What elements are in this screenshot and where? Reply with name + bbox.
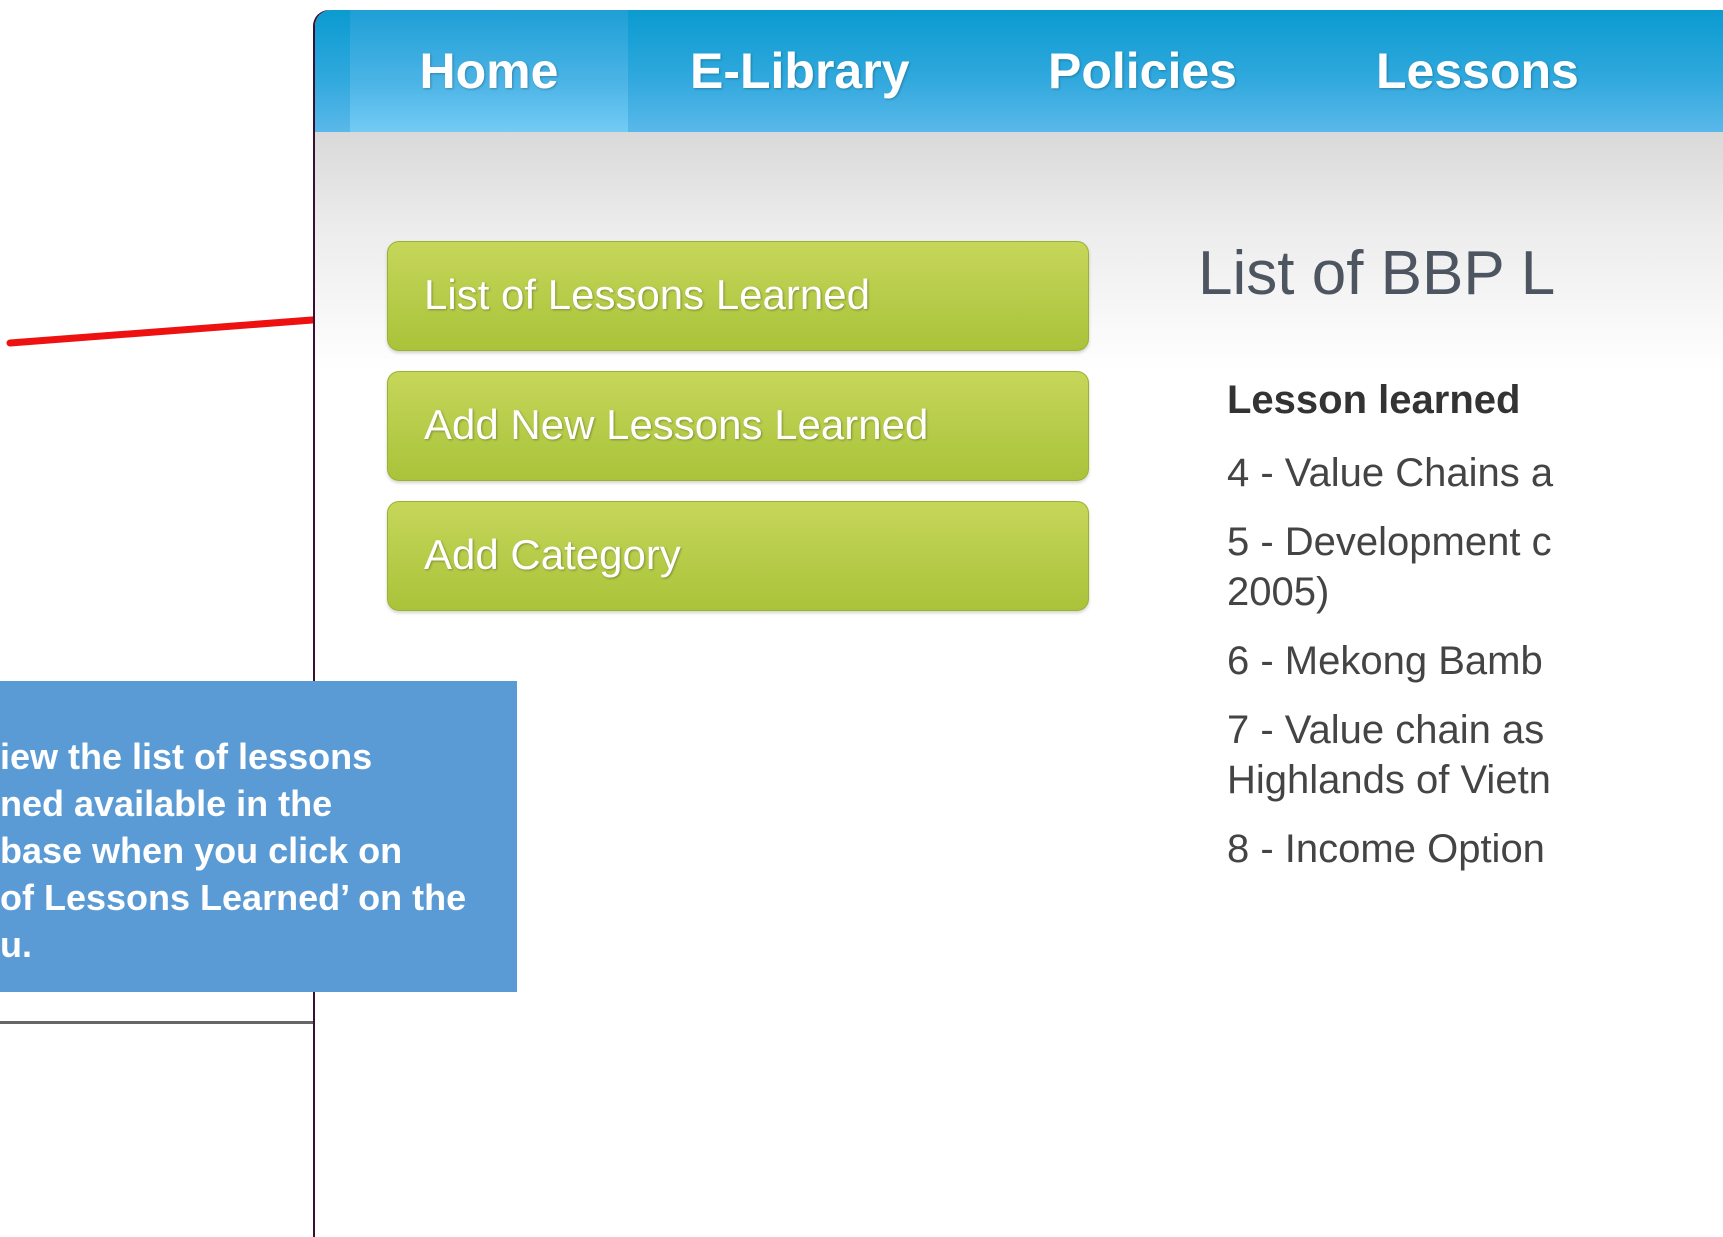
instruction-callout: iew the list of lessons ned available in… — [0, 681, 517, 992]
nav-home[interactable]: Home — [350, 10, 628, 132]
callout-line-2: ned available in the — [0, 783, 333, 824]
callout-text: iew the list of lessons ned available in… — [0, 733, 517, 968]
callout-line-1: iew the list of lessons — [0, 736, 373, 777]
top-navigation: Home E-Library Policies Lessons — [315, 10, 1723, 132]
nav-e-library[interactable]: E-Library — [690, 10, 910, 132]
nav-lessons[interactable]: Lessons — [1376, 10, 1579, 132]
lesson-item-7[interactable]: 7 - Value chain as Highlands of Vietn — [1227, 705, 1551, 805]
lesson-item-7-text-cont: Highlands of Vietn — [1227, 758, 1551, 802]
list-lessons-button[interactable]: List of Lessons Learned — [387, 241, 1089, 351]
callout-line-3: base when you click on — [0, 830, 403, 871]
column-header-lesson: Lesson learned — [1227, 378, 1521, 422]
app-screenshot: Home E-Library Policies Lessons List of … — [315, 10, 1723, 1237]
lesson-item-6[interactable]: 6 - Mekong Bamb — [1227, 636, 1543, 686]
page-title: List of BBP L — [1198, 239, 1556, 308]
nav-home-label: Home — [419, 43, 559, 99]
lesson-item-4-text: 4 - Value Chains a — [1227, 451, 1554, 495]
lesson-item-5-text-cont: 2005) — [1227, 570, 1330, 614]
nav-e-library-label: E-Library — [690, 43, 910, 99]
callout-line-5: u. — [0, 924, 32, 965]
lesson-item-5[interactable]: 5 - Development c 2005) — [1227, 517, 1552, 617]
lesson-item-8[interactable]: 8 - Income Option — [1227, 824, 1545, 874]
nav-policies-label: Policies — [1048, 43, 1237, 99]
divider-line — [0, 1021, 315, 1024]
add-category-label: Add Category — [424, 531, 681, 578]
callout-line-4: of Lessons Learned’ on the — [0, 877, 467, 918]
lesson-item-7-text: 7 - Value chain as — [1227, 708, 1545, 752]
lesson-item-6-text: 6 - Mekong Bamb — [1227, 639, 1543, 683]
nav-lessons-label: Lessons — [1376, 43, 1579, 99]
list-lessons-label: List of Lessons Learned — [424, 271, 870, 318]
lesson-item-5-text: 5 - Development c — [1227, 520, 1552, 564]
lesson-item-4[interactable]: 4 - Value Chains a — [1227, 448, 1553, 498]
add-new-lessons-button[interactable]: Add New Lessons Learned — [387, 371, 1089, 481]
nav-policies[interactable]: Policies — [1048, 10, 1237, 132]
lesson-item-8-text: 8 - Income Option — [1227, 827, 1545, 871]
add-category-button[interactable]: Add Category — [387, 501, 1089, 611]
add-new-lessons-label: Add New Lessons Learned — [424, 401, 929, 448]
